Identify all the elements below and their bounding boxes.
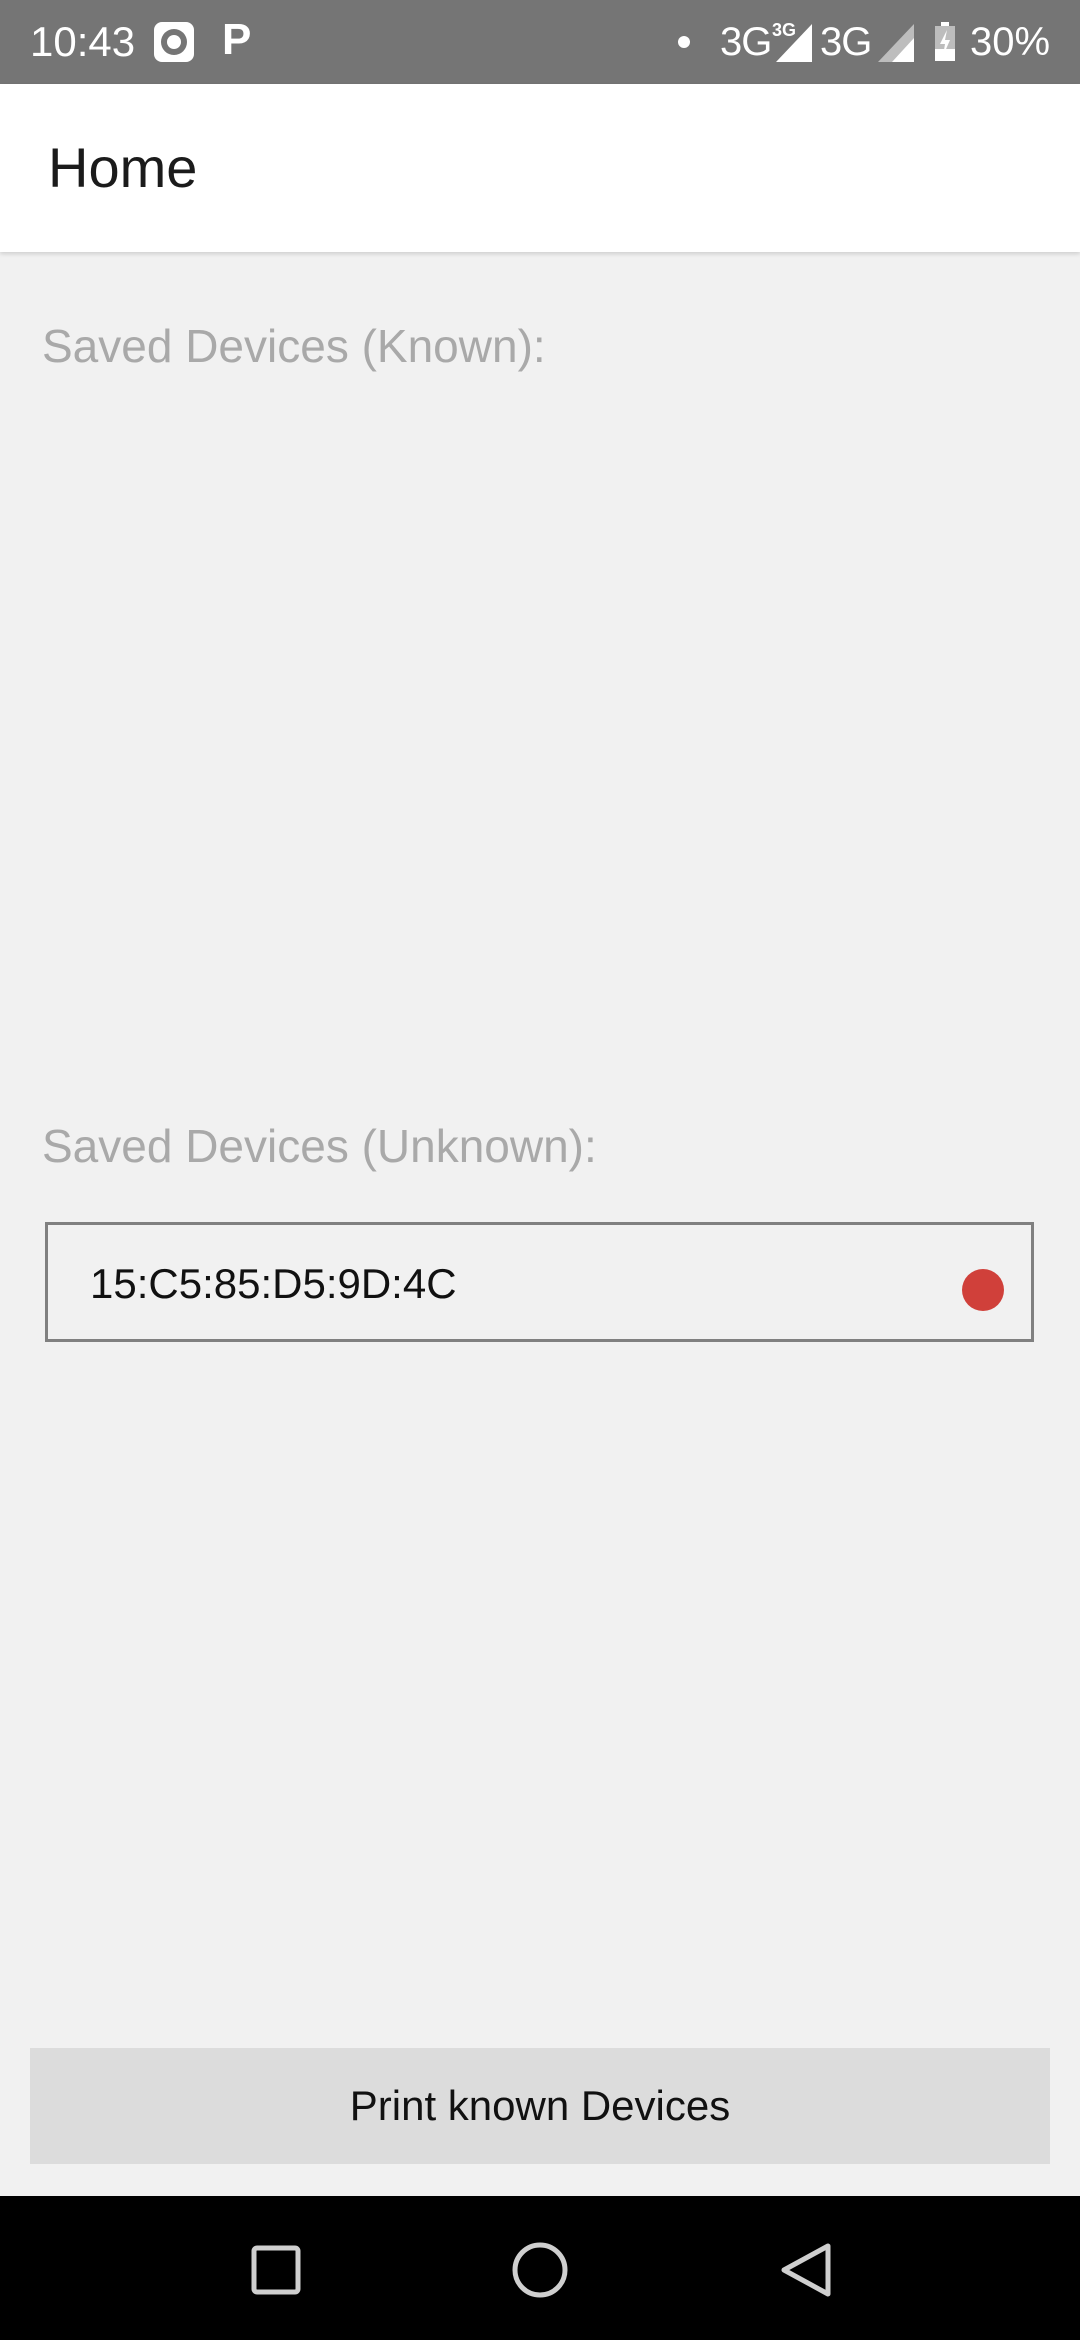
status-bar: 10:43 P 3G 3G 3G 30%: [0, 0, 1080, 84]
device-status-indicator: [962, 1269, 1004, 1311]
back-triangle-icon[interactable]: [772, 2236, 840, 2304]
unknown-device-row[interactable]: 15:C5:85:D5:9D:4C: [45, 1222, 1034, 1342]
recents-square-icon[interactable]: [242, 2236, 310, 2304]
unknown-devices-label: Saved Devices (Unknown):: [42, 1120, 597, 1172]
device-mac-address: 15:C5:85:D5:9D:4C: [90, 1260, 457, 1307]
network-type-2: 3G: [820, 20, 872, 64]
parking-icon: P: [222, 15, 252, 64]
print-known-devices-button[interactable]: Print known Devices: [30, 2048, 1050, 2164]
signal-1-icon: [776, 24, 812, 62]
network-type-1: 3G: [720, 20, 772, 64]
navigation-bar: [0, 2196, 1080, 2340]
home-circle-icon[interactable]: [506, 2236, 574, 2304]
notification-dot-icon: [678, 36, 690, 48]
known-devices-label: Saved Devices (Known):: [42, 320, 546, 372]
signal-2-icon: [878, 24, 914, 62]
app-bar: Home: [0, 84, 1080, 252]
page-title: Home: [48, 136, 198, 199]
record-icon: [154, 22, 194, 62]
battery-charging-icon: [935, 22, 955, 61]
battery-percent: 30%: [970, 20, 1051, 64]
status-time: 10:43: [30, 18, 136, 65]
